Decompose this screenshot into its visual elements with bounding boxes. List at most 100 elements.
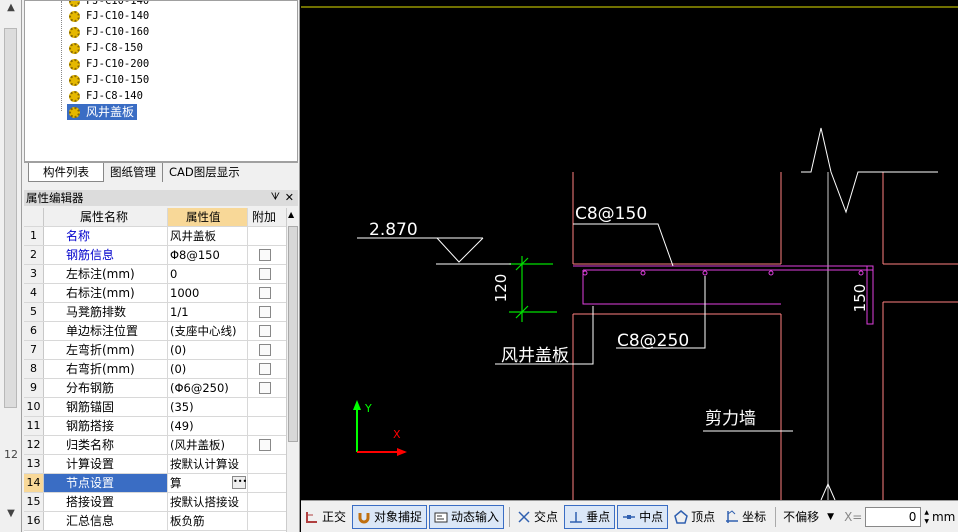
tree-item[interactable]: FJ-C8-150 xyxy=(69,40,143,56)
scroll-down-arrow[interactable]: ▼ xyxy=(3,508,19,519)
top-rebar-leader xyxy=(573,223,674,267)
ellipsis-button[interactable]: ••• xyxy=(232,476,247,489)
tree-item-selected[interactable]: 风井盖板 xyxy=(67,104,138,120)
property-value[interactable]: (0) xyxy=(168,360,248,378)
dynamic-input-button[interactable]: 动态输入 xyxy=(429,504,505,529)
property-value[interactable]: 1000 xyxy=(168,284,248,302)
property-value[interactable]: 按默认搭接设 xyxy=(168,493,248,511)
tab-cad-layer[interactable]: CAD图层显示 xyxy=(163,163,246,182)
property-row[interactable]: 11 钢筋搭接 (49) xyxy=(24,417,286,436)
cad-canvas[interactable]: 120 2.870 C8@150 C8@250 风井盖板 150 剪力墙 Y X xyxy=(301,0,958,500)
property-value[interactable]: (0) xyxy=(168,341,248,359)
extra-checkbox[interactable] xyxy=(259,363,271,375)
elevation-label: 2.870 xyxy=(369,220,418,240)
vertex-button[interactable]: 顶点 xyxy=(670,505,719,529)
property-row[interactable]: 4 右标注(mm) 1000 xyxy=(24,284,286,303)
extra-checkbox[interactable] xyxy=(259,382,271,394)
property-value[interactable]: 算 ••• xyxy=(168,474,248,492)
component-tree[interactable]: FJ-C10-140 FJ-C10-140 FJ-C10-160 FJ-C8-1… xyxy=(24,0,298,162)
property-name: 左标注(mm) xyxy=(44,265,168,283)
property-row[interactable]: 7 左弯折(mm) (0) xyxy=(24,341,286,360)
property-name: 右弯折(mm) xyxy=(44,360,168,378)
left-scroll-strip[interactable]: ▲ 12 ▼ xyxy=(0,0,22,532)
pin-icon[interactable]: ᗐ xyxy=(271,190,280,206)
property-row[interactable]: 9 分布钢筋 (Φ6@250) xyxy=(24,379,286,398)
perpendicular-button[interactable]: 垂点 xyxy=(564,504,616,529)
scroll-thumb[interactable] xyxy=(288,226,298,442)
property-row[interactable]: 16 汇总信息 板负筋 xyxy=(24,512,286,531)
property-name: 搭接设置 xyxy=(44,493,168,511)
osnap-button[interactable]: 对象捕捉 xyxy=(352,504,428,529)
property-value-text: 算 xyxy=(170,476,182,490)
break-line xyxy=(801,127,938,214)
property-row[interactable]: 5 马凳筋排数 1/1 xyxy=(24,303,286,322)
property-row[interactable]: 1 名称 风井盖板 xyxy=(24,227,286,246)
property-value-text: (0) xyxy=(170,343,187,357)
coordinate-icon xyxy=(725,509,739,524)
property-value[interactable]: (风井盖板) xyxy=(168,436,248,454)
top-rebar-label: C8@150 xyxy=(575,204,647,224)
tree-item[interactable]: FJ-C10-200 xyxy=(69,56,149,72)
tree-item[interactable]: FJ-C10-160 xyxy=(69,24,149,40)
property-extra-cell xyxy=(248,360,286,378)
property-value-text: (Φ6@250) xyxy=(170,381,229,395)
property-row[interactable]: 2 钢筋信息 Φ8@150 xyxy=(24,246,286,265)
dynamic-input-icon xyxy=(434,510,448,524)
chevron-down-icon: ▼ xyxy=(827,511,835,522)
tree-item[interactable]: FJ-C10-150 xyxy=(69,72,149,88)
property-row[interactable]: 10 钢筋锚固 (35) xyxy=(24,398,286,417)
scroll-up-arrow[interactable]: ▲ xyxy=(288,210,294,219)
scroll-up-arrow[interactable]: ▲ xyxy=(3,2,19,13)
property-value[interactable]: 0 xyxy=(168,265,248,283)
bottom-rebar-label: C8@250 xyxy=(617,331,689,351)
property-row[interactable]: 14 节点设置算 ••• xyxy=(24,474,286,493)
property-row[interactable]: 6 单边标注位置 (支座中心线) xyxy=(24,322,286,341)
property-extra-cell xyxy=(248,398,286,416)
property-row[interactable]: 15 搭接设置 按默认搭接设 xyxy=(24,493,286,512)
extra-checkbox[interactable] xyxy=(259,306,271,318)
property-value[interactable]: 按默认计算设 xyxy=(168,455,248,473)
row-number: 3 xyxy=(24,265,44,283)
property-row[interactable]: 12 归类名称 (风井盖板) xyxy=(24,436,286,455)
property-value[interactable]: Φ8@150 xyxy=(168,246,248,264)
property-value[interactable]: (支座中心线) xyxy=(168,322,248,340)
property-row[interactable]: 8 右弯折(mm) (0) xyxy=(24,360,286,379)
tab-drawing-management[interactable]: 图纸管理 xyxy=(104,163,163,182)
midpoint-button[interactable]: 中点 xyxy=(617,504,669,529)
spin-down-icon[interactable]: ▼ xyxy=(924,517,929,526)
tree-item[interactable]: FJ-C10-140 xyxy=(69,8,149,24)
x-offset-input[interactable]: 0 xyxy=(865,506,922,527)
intersection-button[interactable]: 交点 xyxy=(513,505,562,529)
coordinate-button[interactable]: 坐标 xyxy=(721,505,770,529)
property-value-text: (支座中心线) xyxy=(170,324,237,338)
property-value-text: 风井盖板 xyxy=(170,229,216,243)
scroll-thumb[interactable] xyxy=(4,28,17,408)
property-value[interactable]: 板负筋 xyxy=(168,512,248,530)
offset-dropdown[interactable]: 不偏移 ▼ xyxy=(779,505,838,529)
extra-checkbox[interactable] xyxy=(259,249,271,261)
extra-checkbox[interactable] xyxy=(259,268,271,280)
tab-component-list[interactable]: 构件列表 xyxy=(28,163,104,182)
property-extra-cell xyxy=(248,265,286,283)
close-icon[interactable]: ✕ xyxy=(285,190,294,206)
property-value[interactable]: 风井盖板 xyxy=(168,227,248,245)
intersection-label: 交点 xyxy=(534,510,559,524)
property-extra-cell xyxy=(248,512,286,530)
property-name: 钢筋信息 xyxy=(44,246,168,264)
x-spinner[interactable]: ▲ ▼ xyxy=(924,508,929,526)
extra-checkbox[interactable] xyxy=(259,439,271,451)
grid-scrollbar[interactable]: ▲ xyxy=(286,208,298,532)
property-value[interactable]: (Φ6@250) xyxy=(168,379,248,397)
property-value[interactable]: (35) xyxy=(168,398,248,416)
property-row[interactable]: 3 左标注(mm) 0 xyxy=(24,265,286,284)
spin-up-icon[interactable]: ▲ xyxy=(924,508,929,517)
property-row[interactable]: 13 计算设置 按默认计算设 xyxy=(24,455,286,474)
tree-item[interactable]: FJ-C8-140 xyxy=(69,88,143,104)
property-value[interactable]: (49) xyxy=(168,417,248,435)
extra-checkbox[interactable] xyxy=(259,287,271,299)
ortho-button[interactable]: 正交 xyxy=(301,505,350,529)
extra-checkbox[interactable] xyxy=(259,344,271,356)
extra-checkbox[interactable] xyxy=(259,325,271,337)
component-icon xyxy=(69,58,80,70)
property-value[interactable]: 1/1 xyxy=(168,303,248,321)
